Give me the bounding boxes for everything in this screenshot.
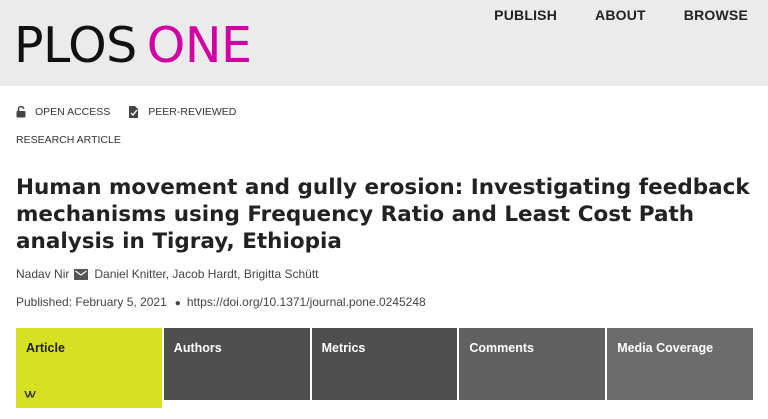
tab-comments[interactable]: Comments	[459, 328, 606, 400]
open-access-badge: OPEN ACCESS	[16, 106, 110, 118]
tab-metrics[interactable]: Metrics	[311, 328, 458, 400]
envelope-icon[interactable]	[74, 268, 89, 280]
logo-plos: PLOS	[14, 17, 137, 74]
separator-dot: ●	[174, 298, 181, 309]
tab-article[interactable]: Article ˅˅	[16, 328, 162, 408]
open-access-label: OPEN ACCESS	[35, 106, 111, 118]
peer-reviewed-badge: PEER-REVIEWED	[128, 105, 236, 119]
tab-comments-label: Comments	[469, 341, 534, 355]
top-navigation: PUBLISH ABOUT BROWSE	[494, 7, 748, 23]
site-header: PLOS ONE PUBLISH ABOUT BROWSE	[0, 0, 768, 86]
tab-article-label: Article	[26, 341, 65, 355]
plos-one-logo[interactable]: PLOS ONE	[14, 17, 252, 74]
author-list: Nadav Nir Daniel Knitter, Jacob Hardt, B…	[16, 267, 319, 281]
article-title: Human movement and gully erosion: Invest…	[16, 175, 750, 254]
published-date: Published: February 5, 2021	[16, 295, 167, 309]
author-1[interactable]: Nadav Nir	[16, 267, 69, 281]
article-tabs: Article ˅˅ Authors Metrics Comments Medi…	[16, 328, 753, 408]
peer-reviewed-label: PEER-REVIEWED	[148, 106, 237, 118]
author-3[interactable]: Jacob Hardt,	[172, 267, 240, 281]
publication-info: Published: February 5, 2021 ● https://doi.…	[16, 295, 426, 309]
nav-publish[interactable]: PUBLISH	[494, 7, 557, 23]
double-chevron-down-icon: ˅˅	[24, 387, 36, 402]
article-type: RESEARCH ARTICLE	[16, 134, 121, 146]
tab-authors[interactable]: Authors	[163, 328, 310, 400]
doi-link[interactable]: https://doi.org/10.1371/journal.pone.024…	[187, 295, 426, 309]
tab-media-coverage[interactable]: Media Coverage	[607, 328, 753, 400]
tab-authors-label: Authors	[173, 341, 222, 355]
article-badges: OPEN ACCESS PEER-REVIEWED	[16, 105, 254, 119]
tab-media-coverage-label: Media Coverage	[617, 341, 714, 355]
author-2[interactable]: Daniel Knitter,	[94, 267, 169, 281]
peer-reviewed-icon	[129, 106, 139, 118]
nav-about[interactable]: ABOUT	[595, 7, 646, 23]
logo-one: ONE	[146, 17, 252, 74]
nav-browse[interactable]: BROWSE	[684, 7, 748, 23]
tab-metrics-label: Metrics	[321, 341, 366, 355]
author-4[interactable]: Brigitta Schütt	[244, 267, 319, 281]
unlocked-padlock-icon	[16, 106, 26, 118]
